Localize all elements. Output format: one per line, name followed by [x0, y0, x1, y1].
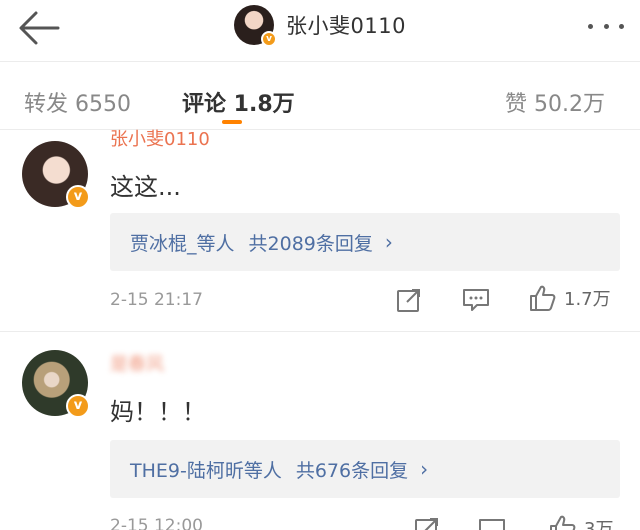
avatar[interactable]: v	[22, 141, 90, 209]
chevron-right-icon: ›	[384, 230, 393, 254]
top-bar: v 张小斐0110	[0, 0, 640, 62]
comment-text: 这这...	[110, 173, 181, 201]
tab-repost[interactable]: 转发 6550	[24, 86, 131, 118]
replies-link[interactable]: THE9-陆柯昕等人 共676条回复 ›	[110, 440, 620, 498]
tab-comments[interactable]: 评论 1.8万	[182, 86, 295, 118]
comment-icon[interactable]	[478, 518, 506, 530]
comment-author[interactable]: 是春风	[110, 350, 164, 376]
avatar[interactable]: v	[234, 5, 277, 47]
profile-name[interactable]: 张小斐0110	[286, 10, 406, 40]
avatar[interactable]: v	[22, 350, 90, 418]
like-count: 1.7万	[564, 289, 611, 310]
replies-link[interactable]: 贾冰棍_等人 共2089条回复 ›	[110, 213, 620, 271]
like-button[interactable]: 3万	[548, 514, 613, 530]
reply-users: THE9-陆柯昕等人	[130, 459, 282, 482]
share-icon[interactable]	[396, 287, 422, 313]
chevron-right-icon: ›	[420, 457, 429, 481]
like-button[interactable]: 1.7万	[528, 284, 611, 312]
tab-bar: 转发 6550 评论 1.8万 赞 50.2万	[0, 64, 640, 130]
like-icon	[530, 285, 556, 311]
active-tab-indicator	[222, 120, 242, 124]
share-icon[interactable]	[414, 516, 440, 530]
verified-icon: v	[66, 394, 90, 418]
reply-count: 共2089条回复	[248, 232, 373, 255]
comment-time: 2-15 12:00	[110, 516, 203, 530]
like-count: 3万	[584, 519, 614, 530]
comment-icon[interactable]	[462, 288, 490, 312]
verified-icon: v	[66, 185, 90, 209]
more-icon[interactable]	[588, 14, 624, 38]
comment-time: 2-15 21:17	[110, 290, 203, 310]
tab-likes[interactable]: 赞 50.2万	[505, 86, 605, 118]
profile-header[interactable]: v 张小斐0110	[234, 4, 406, 47]
reply-count: 共676条回复	[295, 459, 409, 482]
comment-item: v 是春风 妈！！！ THE9-陆柯昕等人 共676条回复 › 2-15 12:…	[0, 332, 640, 530]
comment-author[interactable]: 张小斐0110	[110, 125, 210, 151]
back-arrow-icon[interactable]	[14, 8, 62, 48]
reply-users: 贾冰棍_等人	[130, 232, 235, 255]
like-icon	[550, 515, 576, 530]
verified-icon: v	[261, 31, 277, 47]
comment-item: v 张小斐0110 这这... 贾冰棍_等人 共2089条回复 › 2-15 2…	[0, 129, 640, 331]
comment-text: 妈！！！	[110, 398, 206, 426]
